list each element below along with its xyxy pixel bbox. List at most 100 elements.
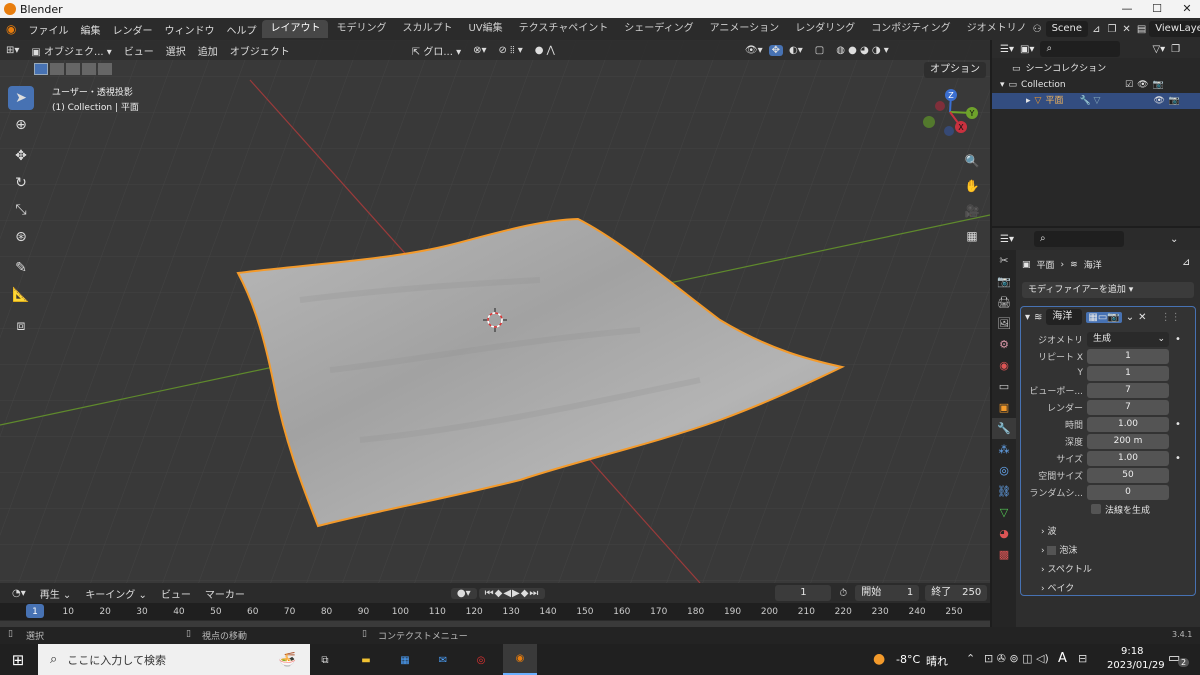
- tab-sculpt[interactable]: スカルプト: [394, 20, 460, 38]
- end-frame-field[interactable]: 終了 250: [925, 585, 988, 601]
- snap-icon[interactable]: ⊘ ⦙⦙ ▾: [493, 45, 529, 56]
- transform-orientation[interactable]: ⇱ グロ... ▾: [406, 43, 467, 58]
- subpanel-spectrum[interactable]: › スペクトル: [1021, 561, 1195, 580]
- object-row[interactable]: ▸ ▽ 平面 🔧 ▽ 👁 📷: [992, 93, 1200, 109]
- select-extend-icon[interactable]: [50, 63, 64, 75]
- blender-taskbar-icon[interactable]: ◉: [503, 644, 537, 675]
- annotate-tool-icon[interactable]: ✎: [8, 256, 34, 280]
- foam-checkbox[interactable]: [1047, 546, 1057, 555]
- task-view-icon[interactable]: ⧉: [313, 648, 337, 672]
- scene-field[interactable]: Scene: [1045, 21, 1089, 37]
- rotate-tool-icon[interactable]: ↻: [8, 171, 34, 195]
- pivot-icon[interactable]: ⊗▾: [467, 45, 492, 56]
- modifier-name-field[interactable]: 海洋: [1046, 309, 1083, 325]
- data-tab-icon[interactable]: ▽: [992, 502, 1016, 523]
- add-modifier-button[interactable]: モディファイアーを追加 ▾: [1022, 282, 1194, 298]
- move-tool-icon[interactable]: ✥: [8, 144, 34, 168]
- keyframe-dot-icon[interactable]: •: [1175, 334, 1181, 345]
- ortho-grid-icon[interactable]: ▦: [961, 225, 983, 247]
- scene-icon[interactable]: ⚇: [1029, 24, 1046, 35]
- collection-expand-icon[interactable]: ▾: [1000, 77, 1005, 93]
- add-cube-tool-icon[interactable]: ⧈: [8, 314, 34, 338]
- output-tab-icon[interactable]: 🖨: [992, 292, 1016, 313]
- new-collection-icon[interactable]: ❐: [1171, 44, 1180, 55]
- view-layer-field[interactable]: ViewLayer: [1149, 21, 1200, 37]
- material-tab-icon[interactable]: ◕: [992, 523, 1016, 544]
- windows-start-icon[interactable]: ⊞: [6, 648, 30, 672]
- repeat-y-field[interactable]: 1: [1087, 365, 1169, 381]
- menu-view[interactable]: ビュー: [118, 43, 160, 58]
- menu-select[interactable]: 選択: [160, 43, 192, 58]
- menu-keying[interactable]: キーイング ⌄: [79, 586, 153, 601]
- select-invert-icon[interactable]: [82, 63, 96, 75]
- zoom-icon[interactable]: 🔍: [961, 150, 983, 172]
- maximize-button[interactable]: ☐: [1142, 0, 1172, 18]
- keyframe-dot-icon[interactable]: •: [1175, 419, 1181, 430]
- menu-object[interactable]: オブジェクト: [224, 43, 296, 58]
- tool-tab-icon[interactable]: ✂: [992, 250, 1016, 271]
- transform-tool-icon[interactable]: ⊛: [8, 225, 34, 249]
- generate-normals-checkbox[interactable]: [1091, 504, 1101, 514]
- menu-playback[interactable]: 再生 ⌄: [34, 586, 78, 601]
- keyframe-dot-icon[interactable]: •: [1175, 453, 1181, 464]
- tab-layout[interactable]: レイアウト: [262, 20, 329, 38]
- collection-tab-icon[interactable]: ▭: [992, 376, 1016, 397]
- timeline-editor-icon[interactable]: ◔▾: [6, 588, 32, 599]
- file-explorer-icon[interactable]: ▬: [354, 648, 378, 672]
- render-resolution-field[interactable]: 7: [1087, 399, 1169, 415]
- view-layer-icon[interactable]: ▤: [1134, 24, 1149, 35]
- scene-collection-row[interactable]: ▭ シーンコレクション: [992, 61, 1200, 77]
- geometry-select[interactable]: 生成 ⌄: [1087, 331, 1169, 347]
- collection-row[interactable]: ▾ ▭ Collection ☑ 👁 📷: [992, 77, 1200, 93]
- view-layer-tab-icon[interactable]: 🖼: [992, 313, 1016, 334]
- shading-modes[interactable]: ◍ ● ◕ ◑ ▾: [830, 45, 895, 56]
- mail-icon[interactable]: ✉: [431, 648, 455, 672]
- properties-search-input[interactable]: ⌕: [1033, 231, 1124, 247]
- spatial-size-field[interactable]: 50: [1087, 467, 1169, 483]
- menu-window[interactable]: ウィンドウ: [158, 22, 220, 37]
- temperature[interactable]: -8°C: [896, 653, 920, 666]
- filter-icon[interactable]: ▽▾: [1152, 44, 1165, 55]
- minimize-button[interactable]: —: [1112, 0, 1142, 18]
- menu-file[interactable]: ファイル: [22, 22, 74, 37]
- modifier-display-toggles[interactable]: ▦▭📷: [1086, 311, 1122, 323]
- preview-range-icon[interactable]: ⏱: [833, 588, 853, 599]
- tab-shading[interactable]: シェーディング: [616, 20, 701, 38]
- overlay-toggle-icon[interactable]: ◐▾: [783, 45, 809, 56]
- menu-marker[interactable]: マーカー: [199, 586, 251, 601]
- tab-rendering[interactable]: レンダリング: [787, 20, 863, 38]
- measure-tool-icon[interactable]: 📐: [8, 283, 34, 307]
- modifier-collapse-icon[interactable]: ▾: [1025, 312, 1030, 323]
- select-subtract-icon[interactable]: [66, 63, 80, 75]
- physics-tab-icon[interactable]: ◎: [992, 460, 1016, 481]
- particles-tab-icon[interactable]: ⁂: [992, 439, 1016, 460]
- collection-visibility-icon[interactable]: 👁: [1137, 77, 1148, 93]
- object-expand-icon[interactable]: ▸: [1026, 93, 1031, 109]
- properties-options-icon[interactable]: ⌄: [1170, 234, 1178, 245]
- blender-menu-icon[interactable]: ◉: [0, 22, 22, 36]
- ime-indicator[interactable]: A: [1058, 651, 1067, 666]
- subpanel-bake[interactable]: › ベイク: [1021, 580, 1195, 599]
- properties-editor-icon[interactable]: ☰▾: [1000, 234, 1014, 245]
- menu-edit[interactable]: 編集: [74, 22, 106, 37]
- select-intersect-icon[interactable]: [98, 63, 112, 75]
- playback-controls[interactable]: ⏮◆◀▶◆⏭: [478, 587, 546, 599]
- xray-icon[interactable]: ▢: [809, 45, 830, 56]
- repeat-x-field[interactable]: 1: [1087, 348, 1169, 364]
- render-tab-icon[interactable]: 📷: [992, 271, 1016, 292]
- scene-tab-icon[interactable]: ⚙: [992, 334, 1016, 355]
- menu-add[interactable]: 追加: [192, 43, 224, 58]
- drag-handle-icon[interactable]: ⋮⋮: [1161, 312, 1181, 323]
- world-tab-icon[interactable]: ◉: [992, 355, 1016, 376]
- tab-modeling[interactable]: モデリング: [328, 20, 394, 38]
- menu-render[interactable]: レンダー: [106, 22, 158, 37]
- collection-checkbox-icon[interactable]: ☑: [1125, 77, 1133, 93]
- 3d-viewport[interactable]: Z Y X: [0, 40, 990, 583]
- tab-geometry-nodes[interactable]: ジオメトリノ: [959, 20, 1029, 38]
- subpanel-waves[interactable]: › 波: [1021, 523, 1195, 542]
- record-button[interactable]: ●▾: [450, 587, 477, 599]
- time-field[interactable]: 1.00: [1087, 416, 1169, 432]
- select-new-icon[interactable]: [34, 63, 48, 75]
- tab-animation[interactable]: アニメーション: [702, 20, 788, 38]
- modifier-tab-icon[interactable]: 🔧: [992, 418, 1016, 439]
